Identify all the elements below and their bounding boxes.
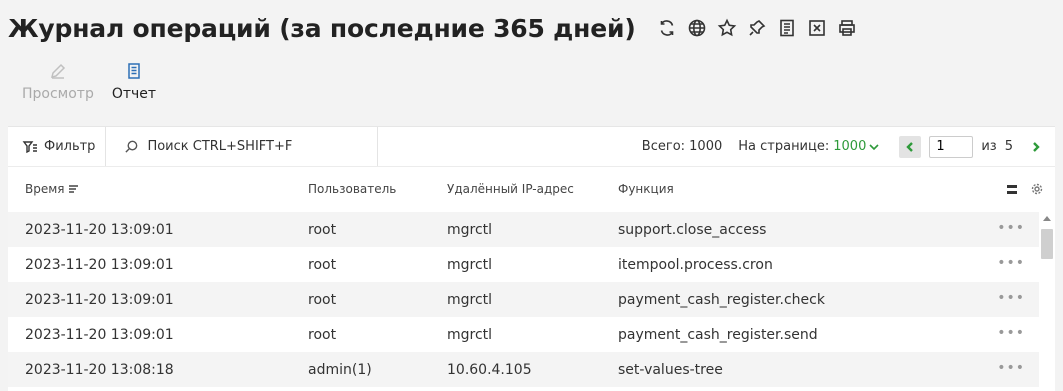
cell-ip: mgrctl bbox=[447, 291, 493, 308]
page-of-label: из bbox=[981, 139, 997, 154]
columns-toggle-icon[interactable] bbox=[1007, 184, 1017, 194]
report-button-label: Отчет bbox=[111, 86, 157, 102]
column-header-time-label: Время bbox=[25, 182, 65, 196]
chevron-down-icon bbox=[869, 143, 879, 150]
chevron-left-icon bbox=[906, 141, 914, 152]
page-title: Журнал операций (за последние 365 дней) bbox=[8, 13, 636, 43]
cell-user: root bbox=[308, 326, 337, 343]
row-menu-icon[interactable]: ••• bbox=[997, 220, 1025, 236]
table-row[interactable]: 2023-11-20 13:09:01 root mgrctl payment_… bbox=[8, 282, 1039, 317]
cell-function: payment_cash_register.send bbox=[618, 326, 818, 343]
table-row[interactable]: 2023-11-20 13:08:18 admin(1) 10.60.4.105… bbox=[8, 352, 1039, 387]
table-row[interactable]: 2023-11-20 13:09:01 root mgrctl payment_… bbox=[8, 317, 1039, 352]
search-icon bbox=[125, 140, 138, 153]
scroll-up-arrow-icon[interactable] bbox=[1043, 216, 1051, 221]
cell-time: 2023-11-20 13:09:01 bbox=[25, 326, 174, 343]
cell-ip: mgrctl bbox=[447, 221, 493, 238]
title-row: Журнал операций (за последние 365 дней) bbox=[8, 8, 860, 48]
table-header: Время Пользователь Удалённый IP-адрес Фу… bbox=[8, 167, 1055, 211]
table-body: 2023-11-20 13:09:01 root mgrctl support.… bbox=[8, 212, 1039, 387]
next-page-button[interactable] bbox=[1025, 136, 1047, 158]
globe-icon[interactable] bbox=[684, 15, 710, 41]
cell-ip: mgrctl bbox=[447, 326, 493, 343]
pagination: Всего: 1000 На странице: 1000 из 5 bbox=[641, 135, 1055, 158]
page-count: 5 bbox=[1004, 139, 1013, 154]
per-page-value: 1000 bbox=[833, 139, 867, 154]
per-page-select[interactable]: 1000 bbox=[833, 139, 879, 154]
cell-user: root bbox=[308, 256, 337, 273]
sort-icon bbox=[68, 184, 78, 193]
column-header-ip[interactable]: Удалённый IP-адрес bbox=[447, 182, 574, 196]
cell-user: root bbox=[308, 291, 337, 308]
cell-user: admin(1) bbox=[308, 361, 372, 378]
cell-function: itempool.process.cron bbox=[618, 256, 773, 273]
title-toolbar bbox=[654, 15, 860, 41]
cell-function: support.close_access bbox=[618, 221, 767, 238]
page-number-input[interactable] bbox=[929, 135, 974, 158]
table-row[interactable]: 2023-11-20 13:09:01 root mgrctl support.… bbox=[8, 212, 1039, 247]
cell-ip: mgrctl bbox=[447, 256, 493, 273]
chevron-right-icon bbox=[1033, 141, 1040, 152]
cell-function: set-values-tree bbox=[618, 361, 723, 378]
row-menu-icon[interactable]: ••• bbox=[997, 290, 1025, 306]
scrollbar-thumb[interactable] bbox=[1041, 229, 1053, 259]
settings-gear-icon[interactable] bbox=[1031, 183, 1043, 195]
row-menu-icon[interactable]: ••• bbox=[997, 325, 1025, 341]
search-input[interactable] bbox=[147, 139, 368, 154]
row-menu-icon[interactable]: ••• bbox=[997, 360, 1025, 376]
action-bar: Просмотр Отчет bbox=[22, 60, 156, 102]
cell-time: 2023-11-20 13:09:01 bbox=[25, 291, 174, 308]
pin-icon[interactable] bbox=[744, 15, 770, 41]
filter-button[interactable]: Фильтр bbox=[8, 127, 107, 166]
print-icon[interactable] bbox=[834, 15, 860, 41]
header-tools bbox=[1007, 183, 1043, 195]
per-page-label: На странице: bbox=[738, 139, 830, 154]
total-count: Всего: 1000 bbox=[641, 139, 723, 154]
cell-time: 2023-11-20 13:08:18 bbox=[25, 361, 174, 378]
report-button[interactable]: Отчет bbox=[112, 60, 156, 102]
refresh-icon[interactable] bbox=[654, 15, 680, 41]
document-icon[interactable] bbox=[774, 15, 800, 41]
report-icon bbox=[125, 60, 143, 82]
cell-time: 2023-11-20 13:09:01 bbox=[25, 256, 174, 273]
vertical-scrollbar[interactable] bbox=[1040, 212, 1054, 391]
cell-time: 2023-11-20 13:09:01 bbox=[25, 221, 174, 238]
filter-icon bbox=[22, 140, 37, 153]
star-icon[interactable] bbox=[714, 15, 740, 41]
cell-user: root bbox=[308, 221, 337, 238]
excel-icon[interactable] bbox=[804, 15, 830, 41]
view-button[interactable]: Просмотр bbox=[22, 60, 94, 102]
column-header-time[interactable]: Время bbox=[25, 182, 79, 196]
table-toolbar: Фильтр Всего: 1000 На странице: 1000 из … bbox=[8, 127, 1055, 167]
pencil-icon bbox=[49, 60, 67, 82]
cell-function: payment_cash_register.check bbox=[618, 291, 825, 308]
column-header-user[interactable]: Пользователь bbox=[308, 182, 396, 196]
row-menu-icon[interactable]: ••• bbox=[997, 255, 1025, 271]
table-row[interactable]: 2023-11-20 13:09:01 root mgrctl itempool… bbox=[8, 247, 1039, 282]
filter-label: Фильтр bbox=[44, 139, 96, 154]
journal-table-panel: Фильтр Всего: 1000 На странице: 1000 из … bbox=[8, 126, 1055, 391]
cell-ip: 10.60.4.105 bbox=[447, 361, 532, 378]
column-header-function[interactable]: Функция bbox=[618, 182, 674, 196]
search-box bbox=[106, 127, 379, 166]
view-button-label: Просмотр bbox=[22, 86, 94, 102]
prev-page-button[interactable] bbox=[899, 135, 922, 158]
